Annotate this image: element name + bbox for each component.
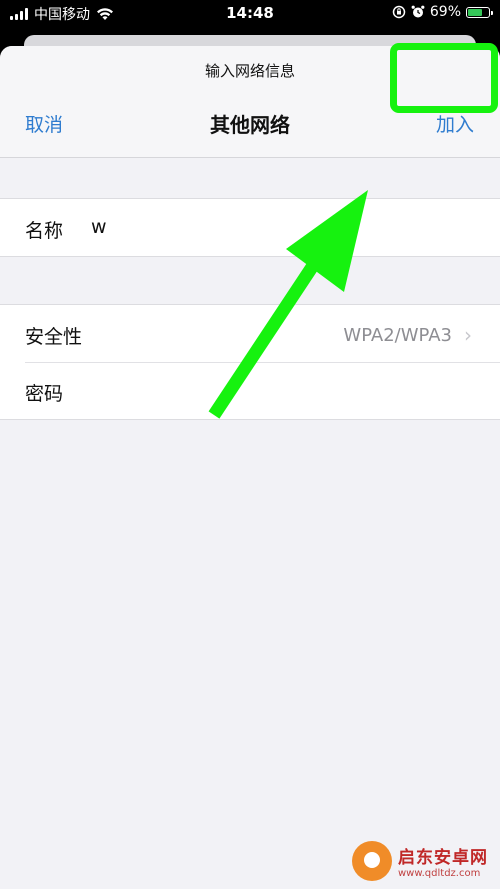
watermark-name: 启东安卓网 <box>398 848 488 868</box>
watermark: 启东安卓网 www.qdltdz.com <box>352 841 488 881</box>
annotation-arrow-icon <box>208 190 368 419</box>
watermark-url: www.qdltdz.com <box>398 868 481 879</box>
watermark-logo-icon <box>352 841 392 881</box>
